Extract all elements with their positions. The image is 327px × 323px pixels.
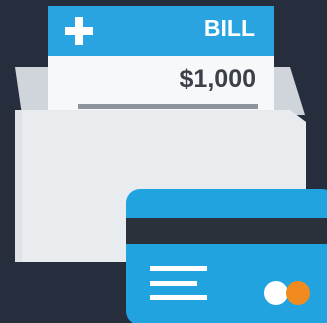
credit-card — [126, 189, 327, 323]
card-line-3 — [150, 295, 207, 300]
bill-payment-illustration: BILL $1,000 — [0, 0, 327, 323]
card-line-1 — [150, 266, 207, 271]
card-magnetic-stripe — [126, 218, 327, 244]
amount-divider — [78, 104, 258, 109]
illustration-canvas — [15, 6, 327, 323]
bill-amount: $1,000 — [179, 65, 256, 93]
card-line-2 — [150, 281, 197, 286]
bill-title: BILL — [203, 15, 255, 41]
